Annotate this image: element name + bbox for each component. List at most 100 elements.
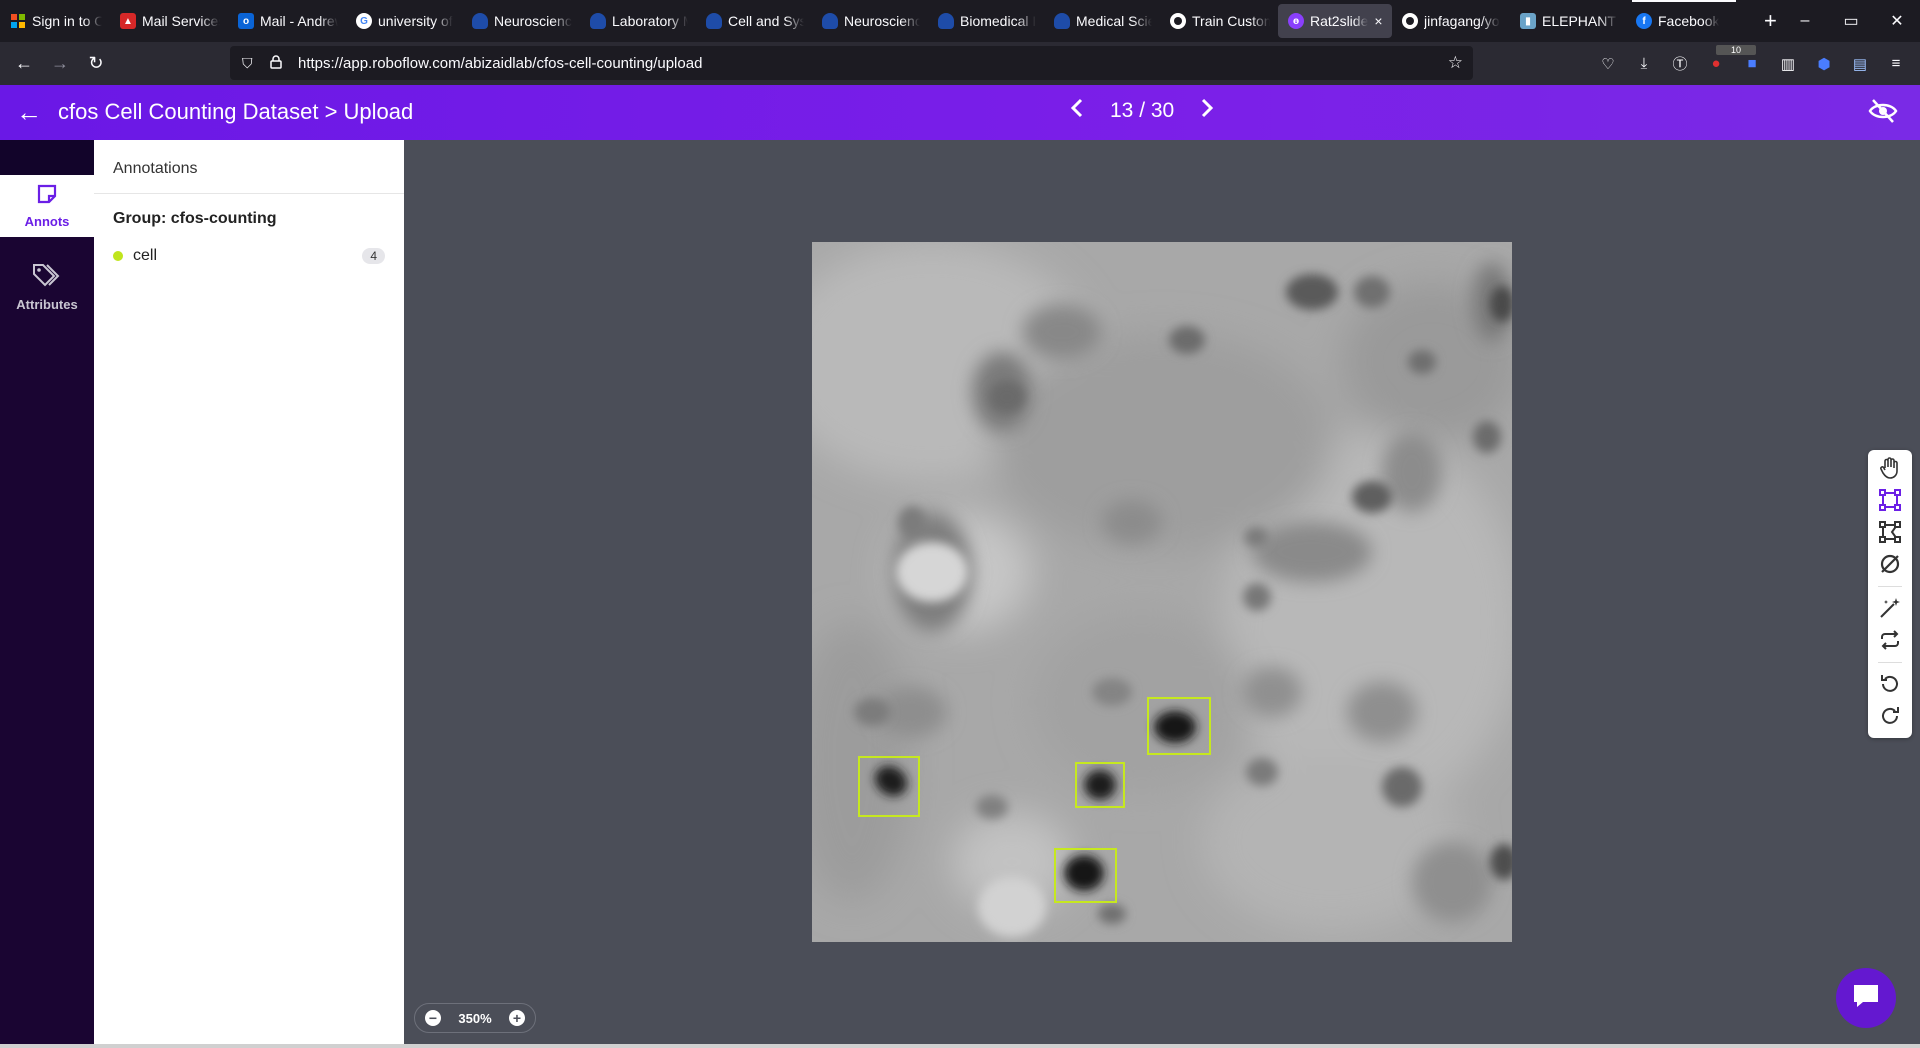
tab-label: Medical Scie <box>1076 13 1152 29</box>
close-window-icon[interactable]: ✕ <box>1874 11 1920 31</box>
browser-tab-active[interactable]: ɵ Rat2slide × <box>1278 4 1392 38</box>
extension-badge: 10 <box>1716 45 1756 55</box>
cap-icon: ▲ <box>120 13 136 29</box>
extension-t-icon[interactable]: Ⓣ <box>1662 53 1698 74</box>
browser-tab-strip: Sign in to Out ▲ Mail Services o Mail - … <box>0 0 1920 42</box>
shield-icon <box>472 13 488 29</box>
browser-tab[interactable]: jinfagang/yo <box>1392 0 1510 42</box>
hide-annotations-icon[interactable] <box>1868 98 1898 129</box>
page-indicator: 13 / 30 <box>1110 99 1175 122</box>
lock-icon[interactable] <box>270 54 288 72</box>
close-tab-icon[interactable]: × <box>1374 13 1382 29</box>
shield-icon <box>1054 13 1070 29</box>
annotation-canvas[interactable] <box>404 140 1920 1048</box>
browser-tab[interactable]: Laboratory M <box>580 0 696 42</box>
chat-support-button[interactable] <box>1836 968 1896 1028</box>
tab-label: Biomedical I <box>960 13 1036 29</box>
reload-icon[interactable]: ↻ <box>78 53 114 74</box>
class-name: cell <box>133 247 158 264</box>
class-count-badge: 4 <box>362 248 385 264</box>
next-image-button[interactable] <box>1192 97 1222 125</box>
rail-item-annots[interactable]: Annots <box>0 175 94 237</box>
bounding-box-cell[interactable] <box>1075 762 1125 808</box>
tab-label: Laboratory M <box>612 13 688 29</box>
tab-label: Cell and Syst <box>728 13 804 29</box>
microscopy-image-render <box>812 242 1512 942</box>
panel-divider <box>94 193 404 194</box>
rail-item-label: Annots <box>24 214 70 229</box>
download-icon[interactable]: ⤓ <box>1626 55 1662 72</box>
browser-tab[interactable]: Neuroscience <box>812 0 928 42</box>
undo-icon[interactable] <box>1878 672 1902 696</box>
class-color-dot <box>113 251 123 261</box>
page-title: cfos Cell Counting Dataset > Upload <box>58 99 414 124</box>
annotation-tool-palette <box>1868 450 1912 738</box>
extension-hex-icon[interactable]: ⬢ <box>1806 55 1842 73</box>
back-arrow-icon[interactable]: ← <box>16 97 42 128</box>
bounding-box-cell[interactable] <box>1054 848 1117 903</box>
maximize-icon[interactable]: ▭ <box>1828 11 1874 31</box>
tab-label: Facebook <box>1658 13 1720 29</box>
minimize-icon[interactable]: – <box>1782 12 1828 30</box>
browser-tab[interactable]: G university of <box>346 0 462 42</box>
tab-label: ELEPHANT D <box>1542 13 1618 29</box>
polygon-icon[interactable] <box>1878 520 1902 544</box>
rail-item-attributes[interactable]: Attributes <box>0 262 94 312</box>
tab-label: Mail - Andrew <box>260 13 338 29</box>
browser-tab[interactable]: Medical Scie <box>1044 0 1160 42</box>
browser-tab[interactable]: Neuroscience <box>462 0 580 42</box>
tab-label: Neuroscience <box>494 13 572 29</box>
tracking-shield-icon[interactable]: ⛉ <box>242 55 260 72</box>
elephant-icon: ▮ <box>1520 13 1536 29</box>
tab-label: jinfagang/yo <box>1424 13 1500 29</box>
zoom-out-button[interactable]: − <box>425 1010 441 1026</box>
microscopy-image[interactable] <box>812 242 1512 942</box>
browser-tab[interactable]: Train Custom <box>1160 0 1278 42</box>
magic-wand-icon[interactable] <box>1878 596 1902 620</box>
menu-icon[interactable]: ≡ <box>1878 55 1914 72</box>
tab-label: Rat2slide <box>1310 13 1369 29</box>
github-icon <box>1170 13 1186 29</box>
extension-blue-icon[interactable]: ■ <box>1734 55 1770 72</box>
facebook-icon: f <box>1636 13 1652 29</box>
browser-tab[interactable]: ▲ Mail Services <box>110 0 228 42</box>
browser-tab[interactable]: Sign in to Out <box>0 0 110 42</box>
browser-tab[interactable]: f Facebook <box>1626 0 1742 42</box>
new-tab-button[interactable]: + <box>1764 8 1777 34</box>
back-icon[interactable]: ← <box>6 53 42 74</box>
url-bar[interactable]: ⛉ https://app.roboflow.com/abizaidlab/cf… <box>230 46 1473 80</box>
shield-icon <box>590 13 606 29</box>
tab-label: Sign in to Out <box>32 13 102 29</box>
tool-separator <box>1878 662 1902 663</box>
browser-tab[interactable]: Cell and Syst <box>696 0 812 42</box>
extension-toolbar: ♡ ⤓ Ⓣ ● 10 ■ ▥ ⬢ ▤ ≡ <box>1590 42 1914 85</box>
google-icon: G <box>356 13 372 29</box>
repeat-icon[interactable] <box>1878 628 1902 652</box>
redo-icon[interactable] <box>1878 704 1902 728</box>
app-header: ← cfos Cell Counting Dataset > Upload 13… <box>0 85 1920 140</box>
browser-tab[interactable]: Biomedical I <box>928 0 1044 42</box>
ublock-icon[interactable]: ● 10 <box>1698 45 1756 72</box>
pocket-icon[interactable]: ♡ <box>1590 55 1626 73</box>
browser-tab[interactable]: ▮ ELEPHANT D <box>1510 0 1626 42</box>
forward-icon[interactable]: → <box>42 53 78 74</box>
shield-icon <box>938 13 954 29</box>
class-row-cell[interactable]: cell 4 <box>113 246 385 266</box>
panel-title: Annotations <box>113 160 198 177</box>
tab-label: Train Custom <box>1192 13 1270 29</box>
shield-icon <box>822 13 838 29</box>
bookmark-star-icon[interactable]: ☆ <box>1448 53 1463 73</box>
null-icon[interactable] <box>1878 552 1902 576</box>
zoom-in-button[interactable]: + <box>509 1010 525 1026</box>
browser-tab[interactable]: o Mail - Andrew <box>228 0 346 42</box>
bounding-box-cell[interactable] <box>1147 697 1211 755</box>
hand-icon[interactable] <box>1878 456 1902 480</box>
ruler-icon[interactable]: ▥ <box>1770 55 1806 73</box>
bounding-box-icon[interactable] <box>1878 488 1902 512</box>
url-text[interactable]: https://app.roboflow.com/abizaidlab/cfos… <box>298 55 702 72</box>
outlook-icon: o <box>238 13 254 29</box>
document-icon[interactable]: ▤ <box>1842 55 1878 73</box>
previous-image-button[interactable] <box>1062 97 1092 125</box>
bounding-box-cell[interactable] <box>858 756 920 817</box>
annotation-icon <box>0 183 94 208</box>
